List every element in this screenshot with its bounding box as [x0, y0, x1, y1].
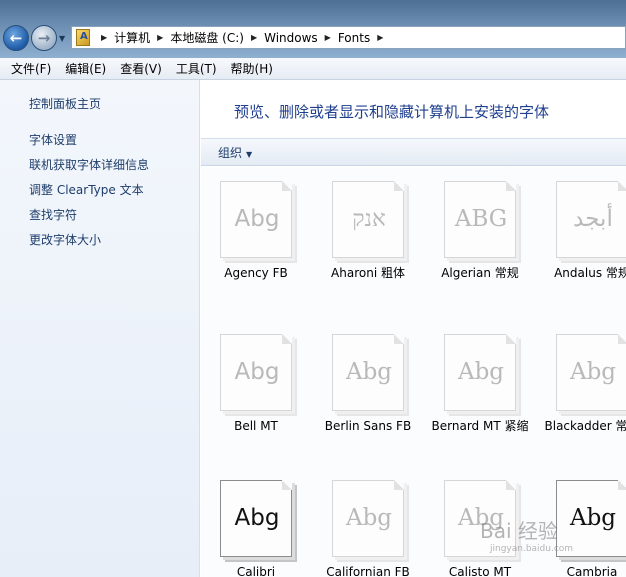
- font-file-icon: Abg: [332, 480, 404, 557]
- fonts-folder-icon: [76, 29, 90, 46]
- font-file-icon: Abg: [220, 480, 292, 557]
- font-name: Californian FB: [326, 565, 410, 577]
- font-name: Andalus 常规: [554, 266, 626, 280]
- font-file-icon: Abg: [332, 334, 404, 411]
- font-file-icon: Abg: [444, 334, 516, 411]
- recent-pages-dropdown-icon[interactable]: ▼: [59, 34, 65, 43]
- font-item[interactable]: Abg Agency FB: [201, 171, 311, 301]
- window-titlebar: ← → ▼ ▶ 计算机 ▶ 本地磁盘 (C:) ▶ Windows ▶ Font…: [0, 0, 626, 58]
- font-sample: Abg: [345, 359, 393, 385]
- address-bar[interactable]: ▶ 计算机 ▶ 本地磁盘 (C:) ▶ Windows ▶ Fonts ▶: [71, 26, 626, 49]
- font-item[interactable]: Abg Calibri: [201, 470, 311, 577]
- font-sample: Abg: [569, 359, 617, 385]
- font-sample: أبجد: [573, 206, 613, 232]
- menu-tools[interactable]: 工具(T): [169, 60, 224, 77]
- font-file-icon: אנק: [332, 181, 404, 258]
- control-panel-home-link[interactable]: 控制面板主页: [29, 95, 101, 112]
- breadcrumb-windows[interactable]: Windows: [264, 31, 318, 45]
- font-sample: אנק: [352, 206, 386, 232]
- font-item[interactable]: Abg Bell MT: [201, 324, 311, 454]
- chevron-right-icon[interactable]: ▶: [325, 33, 331, 42]
- font-item[interactable]: Abg Bernard MT 紧缩: [425, 324, 535, 454]
- caret-down-icon: ▼: [246, 149, 253, 159]
- organize-button[interactable]: 组织 ▼: [218, 144, 252, 161]
- chevron-right-icon[interactable]: ▶: [101, 33, 107, 42]
- font-name: Cambria: [566, 565, 618, 577]
- font-item[interactable]: Abg Californian FB: [313, 470, 423, 577]
- page-title: 预览、删除或者显示和隐藏计算机上安装的字体: [234, 103, 550, 121]
- font-item[interactable]: אנק Aharoni 粗体: [313, 171, 423, 301]
- menu-help[interactable]: 帮助(H): [224, 60, 280, 77]
- arrow-right-icon: →: [37, 29, 51, 47]
- watermark: Bai 经验 jingyan.baidu.com: [480, 515, 620, 565]
- font-sample: Abg: [457, 359, 505, 385]
- font-name: Algerian 常规: [441, 266, 519, 280]
- adjust-cleartype-link[interactable]: 调整 ClearType 文本: [29, 181, 144, 198]
- font-file-icon: ABG: [444, 181, 516, 258]
- font-item[interactable]: Abg Berlin Sans FB: [313, 324, 423, 454]
- breadcrumb-fonts[interactable]: Fonts: [338, 31, 370, 45]
- font-item[interactable]: أبجد Andalus 常规: [537, 171, 626, 301]
- chevron-right-icon[interactable]: ▶: [251, 33, 257, 42]
- back-button[interactable]: ←: [3, 25, 29, 51]
- breadcrumb-local-disk[interactable]: 本地磁盘 (C:): [170, 29, 244, 46]
- content-pane: 预览、删除或者显示和隐藏计算机上安装的字体 组织 ▼ Abg Agency FB אנ…: [201, 80, 626, 577]
- watermark-url: jingyan.baidu.com: [490, 544, 574, 554]
- font-file-icon: أبجد: [556, 181, 626, 258]
- task-pane: 控制面板主页 字体设置 联机获取字体详细信息 调整 ClearType 文本 查…: [0, 80, 200, 577]
- font-item[interactable]: Abg Blackadder 常规: [537, 324, 626, 454]
- watermark-logo: Bai 经验: [480, 519, 558, 543]
- font-name: Aharoni 粗体: [331, 266, 405, 280]
- font-name: Calisto MT: [448, 565, 512, 577]
- arrow-left-icon: ←: [9, 29, 23, 47]
- font-name: Berlin Sans FB: [324, 419, 412, 433]
- breadcrumb-computer[interactable]: 计算机: [114, 29, 150, 46]
- font-sample: Abg: [234, 206, 280, 232]
- font-name: Calibri: [236, 565, 276, 577]
- command-bar: 组织 ▼: [201, 138, 626, 166]
- find-character-link[interactable]: 查找字符: [29, 206, 77, 223]
- font-sample: ABG: [454, 206, 508, 232]
- menu-bar: 文件(F) 编辑(E) 查看(V) 工具(T) 帮助(H): [0, 58, 626, 80]
- font-settings-link[interactable]: 字体设置: [29, 131, 77, 148]
- chevron-right-icon[interactable]: ▶: [157, 33, 163, 42]
- font-sample: Abg: [234, 505, 280, 531]
- organize-label: 组织: [218, 145, 243, 160]
- font-name: Blackadder 常规: [544, 419, 626, 433]
- font-sample: Abg: [345, 505, 393, 531]
- forward-button[interactable]: →: [31, 25, 57, 51]
- font-file-icon: Abg: [220, 334, 292, 411]
- menu-view[interactable]: 查看(V): [113, 60, 169, 77]
- menu-file[interactable]: 文件(F): [4, 60, 58, 77]
- get-font-info-online-link[interactable]: 联机获取字体详细信息: [29, 156, 149, 173]
- change-font-size-link[interactable]: 更改字体大小: [29, 231, 101, 248]
- font-file-icon: Abg: [556, 334, 626, 411]
- font-name: Bernard MT 紧缩: [431, 419, 529, 433]
- font-name: Agency FB: [224, 266, 288, 280]
- menu-edit[interactable]: 编辑(E): [58, 60, 113, 77]
- font-file-icon: Abg: [220, 181, 292, 258]
- chevron-right-icon[interactable]: ▶: [377, 33, 383, 42]
- font-name: Bell MT: [234, 419, 278, 433]
- font-sample: Abg: [234, 359, 280, 385]
- font-item[interactable]: ABG Algerian 常规: [425, 171, 535, 301]
